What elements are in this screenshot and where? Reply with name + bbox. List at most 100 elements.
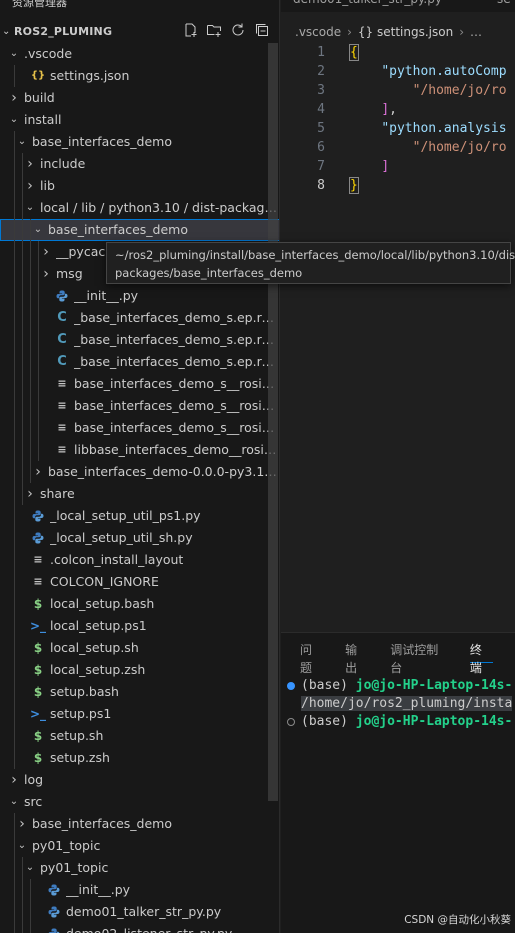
indent-guide xyxy=(14,725,15,747)
indent-guide xyxy=(14,879,15,901)
tree-item[interactable]: demo01_talker_str_py.py xyxy=(0,901,279,923)
code-text: { xyxy=(349,43,359,62)
code-token: "python.analysis xyxy=(381,121,507,136)
indent-guide xyxy=(14,307,15,329)
tree-item[interactable]: ⌄ base_interfaces_demo xyxy=(0,131,279,153)
tree-item[interactable]: C _base_interfaces_demo_s.ep.rosidl_types… xyxy=(0,351,279,373)
tree-item[interactable]: ⌄ py01_topic xyxy=(0,835,279,857)
terminal-line: /home/jo/ros2_pluming/insta xyxy=(287,695,515,713)
code-line: 1{ xyxy=(281,43,515,62)
indent-guide xyxy=(22,461,23,483)
command-decoration-icon[interactable] xyxy=(287,682,295,690)
refresh-icon[interactable] xyxy=(230,22,246,38)
tree-item[interactable]: ≡ base_interfaces_demo_s__rosidl_typesupp… xyxy=(0,395,279,417)
indent-guide xyxy=(22,197,23,219)
tab-output[interactable]: 输出 xyxy=(345,641,368,675)
indent-guide xyxy=(30,461,31,483)
tree-item[interactable]: › base_interfaces_demo xyxy=(0,813,279,835)
tree-item[interactable]: _local_setup_util_ps1.py xyxy=(0,505,279,527)
tree-item[interactable]: ⌄ base_interfaces_demo xyxy=(0,219,279,241)
chevron-down-icon: ⌄ xyxy=(33,224,43,235)
tree-item-label: local_setup.bash xyxy=(50,596,155,611)
chevron-right-icon: › xyxy=(27,156,33,172)
code-token: "python.autoComp xyxy=(381,64,507,79)
tree-item[interactable]: › build xyxy=(0,87,279,109)
indent-guide xyxy=(38,395,39,417)
tree-item-label: setup.sh xyxy=(50,728,104,743)
tab-settings[interactable]: se xyxy=(483,0,511,12)
tree-item[interactable]: {} settings.json xyxy=(0,65,279,87)
tab-terminal[interactable]: 终端 xyxy=(469,641,493,675)
tree-item[interactable]: › share xyxy=(0,483,279,505)
tree-item[interactable]: › base_interfaces_demo-0.0.0-py3.10.egg-i… xyxy=(0,461,279,483)
powershell-file-icon: >_ xyxy=(29,619,47,633)
tree-item[interactable]: $ local_setup.sh xyxy=(0,637,279,659)
new-folder-icon[interactable] xyxy=(206,22,222,38)
sidebar-scrollbar[interactable] xyxy=(268,43,278,801)
indent-guide xyxy=(22,219,23,241)
tree-item[interactable]: $ setup.sh xyxy=(0,725,279,747)
indent-guide xyxy=(30,263,31,285)
breadcrumb-item[interactable]: … xyxy=(470,25,482,39)
tree-item[interactable]: ⌄ .vscode xyxy=(0,43,279,65)
collapse-all-icon[interactable] xyxy=(254,22,270,38)
indent-guide xyxy=(14,747,15,769)
python-file-icon xyxy=(30,508,46,524)
tree-item[interactable]: ⌄ src xyxy=(0,791,279,813)
line-number: 3 xyxy=(317,83,325,98)
tree-item[interactable]: __init__.py xyxy=(0,879,279,901)
indent-guide xyxy=(14,549,15,571)
shell-file-icon: $ xyxy=(33,729,43,743)
tree-item[interactable]: ≡ base_interfaces_demo_s__rosidl_typesupp… xyxy=(0,373,279,395)
terminal-output[interactable]: (base) jo@jo-HP-Laptop-14s-/home/jo/ros2… xyxy=(287,677,515,731)
more-actions-icon[interactable]: ··· xyxy=(253,0,266,8)
tab-demo01-talker[interactable]: demo01_talker_str_py.py xyxy=(293,0,442,12)
indent-guide xyxy=(22,351,23,373)
chevron-down-icon: ⌄ xyxy=(2,25,11,37)
tree-item[interactable]: ⌄ py01_topic xyxy=(0,857,279,879)
breadcrumb-item[interactable]: {} settings.json xyxy=(358,25,453,39)
workspace-root[interactable]: ⌄ ROS2_PLUMING xyxy=(0,20,279,42)
terminal-text: (base) xyxy=(301,714,356,729)
tree-item[interactable]: >_ setup.ps1 xyxy=(0,703,279,725)
tree-item[interactable]: $ setup.bash xyxy=(0,681,279,703)
tree-item[interactable]: $ local_setup.bash xyxy=(0,593,279,615)
tree-item[interactable]: _local_setup_util_sh.py xyxy=(0,527,279,549)
tree-item[interactable]: ≡ libbase_interfaces_demo__rosidl_generat… xyxy=(0,439,279,461)
tree-item[interactable]: $ setup.zsh xyxy=(0,747,279,769)
tree-item[interactable]: demo02_listener_str_py.py xyxy=(0,923,279,933)
tree-item[interactable]: C _base_interfaces_demo_s.ep.rosidl_types… xyxy=(0,307,279,329)
tree-item[interactable]: C _base_interfaces_demo_s.ep.rosidl_types… xyxy=(0,329,279,351)
indent-guide xyxy=(14,395,15,417)
code-token: { xyxy=(349,44,359,61)
code-editor[interactable]: 1{2 "python.autoComp 3 "/home/jo/ro 4 ], 5 … xyxy=(281,43,515,195)
explorer-title: 资源管理器 xyxy=(12,0,67,9)
tree-item[interactable]: ≡ base_interfaces_demo_s__rosidl_typesupp… xyxy=(0,417,279,439)
tree-item[interactable]: $ local_setup.zsh xyxy=(0,659,279,681)
text-file-icon: ≡ xyxy=(57,399,67,412)
indent-guide xyxy=(30,307,31,329)
tree-item-label: include xyxy=(40,156,86,171)
tree-item[interactable]: ⌄ install xyxy=(0,109,279,131)
tooltip-line: packages/base_interfaces_demo xyxy=(115,266,303,280)
tree-item[interactable]: › include xyxy=(0,153,279,175)
tab-debug-console[interactable]: 调试控制台 xyxy=(390,641,448,675)
tree-item[interactable]: __init__.py xyxy=(0,285,279,307)
powershell-file-icon: >_ xyxy=(29,707,47,721)
shell-file-icon: $ xyxy=(33,685,43,699)
indent-guide xyxy=(14,351,15,373)
code-text: } xyxy=(349,176,359,195)
tab-problems[interactable]: 问题 xyxy=(300,641,323,675)
tree-item[interactable]: › log xyxy=(0,769,279,791)
new-file-icon[interactable] xyxy=(182,22,198,38)
command-decoration-icon[interactable] xyxy=(287,718,295,726)
breadcrumb: .vscode › {} settings.json › … xyxy=(295,22,482,42)
tree-item[interactable]: ≡ .colcon_install_layout xyxy=(0,549,279,571)
tree-item[interactable]: ⌄ local / lib / python3.10 / dist-package… xyxy=(0,197,279,219)
tree-item[interactable]: >_ local_setup.ps1 xyxy=(0,615,279,637)
breadcrumb-item[interactable]: .vscode xyxy=(295,25,341,39)
tree-item[interactable]: › lib xyxy=(0,175,279,197)
tree-item[interactable]: ≡ COLCON_IGNORE xyxy=(0,571,279,593)
